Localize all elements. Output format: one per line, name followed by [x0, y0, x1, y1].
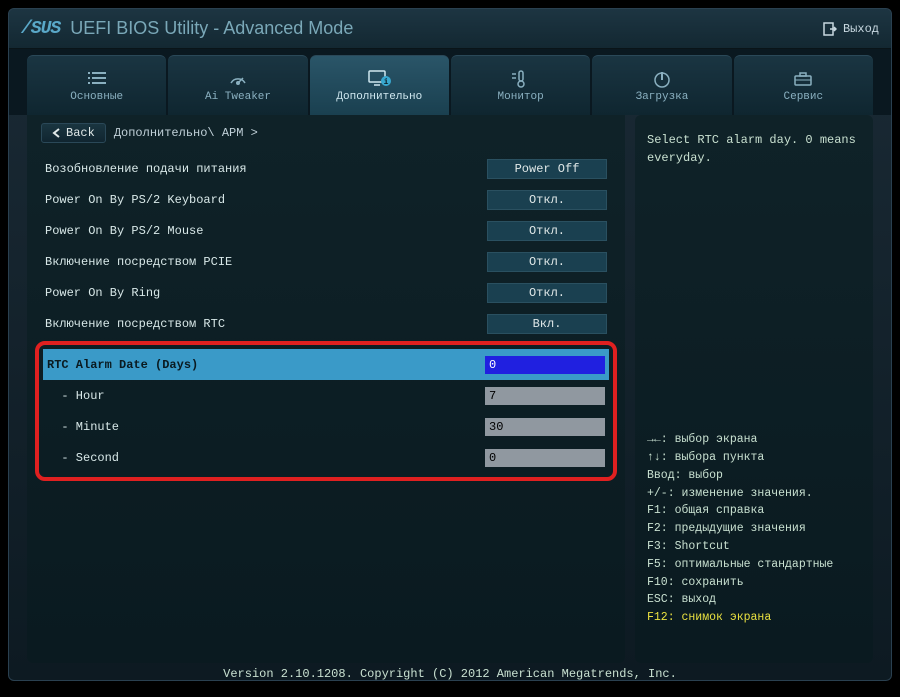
setting-label: Возобновление подачи питания	[45, 162, 487, 176]
rtc-hour-input[interactable]	[485, 387, 605, 405]
tab-label: Монитор	[498, 91, 544, 103]
tab-main[interactable]: Основные	[27, 55, 166, 115]
setting-label: Power On By Ring	[45, 286, 487, 300]
bios-window: /SUS UEFI BIOS Utility - Advanced Mode В…	[8, 8, 892, 681]
tab-monitor[interactable]: Монитор	[451, 55, 590, 115]
toolbox-icon	[792, 69, 814, 89]
list-icon	[86, 69, 108, 89]
setting-label: RTC Alarm Date (Days)	[47, 358, 485, 372]
legend-line: ↑↓: выбора пункта	[647, 449, 861, 467]
tab-advanced[interactable]: i Дополнительно	[310, 55, 449, 115]
tab-boot[interactable]: Загрузка	[592, 55, 731, 115]
setting-row-ps2-keyboard: Power On By PS/2 Keyboard Откл.	[41, 184, 611, 215]
setting-value-dropdown[interactable]: Откл.	[487, 252, 607, 272]
back-label: Back	[66, 126, 95, 140]
legend-line: F2: предыдущие значения	[647, 520, 861, 538]
setting-value-dropdown[interactable]: Откл.	[487, 190, 607, 210]
help-text: Select RTC alarm day. 0 means everyday.	[647, 131, 861, 167]
titlebar: /SUS UEFI BIOS Utility - Advanced Mode В…	[9, 9, 891, 49]
setting-row-ring: Power On By Ring Откл.	[41, 277, 611, 308]
footer-version: Version 2.10.1208. Copyright (C) 2012 Am…	[9, 663, 891, 681]
asus-logo: /SUS	[21, 19, 60, 39]
tab-label: Ai Tweaker	[205, 91, 271, 103]
rtc-second-input[interactable]	[485, 449, 605, 467]
setting-row-rtc-minute[interactable]: - Minute	[43, 411, 609, 442]
title-text: UEFI BIOS Utility - Advanced Mode	[70, 18, 353, 39]
setting-row-rtc: Включение посредством RTC Вкл.	[41, 308, 611, 339]
rtc-minute-input[interactable]	[485, 418, 605, 436]
breadcrumb-row: Back Дополнительно\ APM >	[41, 123, 611, 143]
legend-line: +/-: изменение значения.	[647, 485, 861, 503]
setting-row-rtc-date[interactable]: RTC Alarm Date (Days)	[43, 349, 609, 380]
setting-label: Power On By PS/2 Keyboard	[45, 193, 487, 207]
setting-label: - Minute	[47, 420, 485, 434]
body: Back Дополнительно\ APM > Возобновление …	[9, 115, 891, 663]
legend-line: F10: сохранить	[647, 574, 861, 592]
setting-value-dropdown[interactable]: Откл.	[487, 283, 607, 303]
setting-value-dropdown[interactable]: Power Off	[487, 159, 607, 179]
setting-label: Включение посредством PCIE	[45, 255, 487, 269]
power-icon	[652, 69, 672, 89]
main-panel: Back Дополнительно\ APM > Возобновление …	[27, 115, 625, 663]
legend-line: →←: выбор экрана	[647, 431, 861, 449]
setting-row-rtc-hour[interactable]: - Hour	[43, 380, 609, 411]
legend-line: F1: общая справка	[647, 502, 861, 520]
exit-icon	[823, 22, 837, 36]
keyboard-legend: →←: выбор экрана ↑↓: выбора пункта Ввод:…	[647, 431, 861, 627]
thermometer-icon	[510, 69, 532, 89]
back-button[interactable]: Back	[41, 123, 106, 143]
gauge-icon	[227, 69, 249, 89]
tab-aitweaker[interactable]: Ai Tweaker	[168, 55, 307, 115]
setting-label: - Hour	[47, 389, 485, 403]
setting-row-ps2-mouse: Power On By PS/2 Mouse Откл.	[41, 215, 611, 246]
tab-label: Дополнительно	[336, 91, 422, 103]
legend-line-highlight: F12: снимок экрана	[647, 609, 861, 627]
breadcrumb: Дополнительно\ APM >	[114, 126, 258, 140]
exit-button[interactable]: Выход	[823, 22, 879, 36]
exit-label: Выход	[843, 22, 879, 36]
tab-label: Загрузка	[636, 91, 689, 103]
setting-value-dropdown[interactable]: Откл.	[487, 221, 607, 241]
legend-line: Ввод: выбор	[647, 467, 861, 485]
help-panel: Select RTC alarm day. 0 means everyday. …	[635, 115, 873, 663]
tab-tools[interactable]: Сервис	[734, 55, 873, 115]
tab-label: Основные	[70, 91, 123, 103]
setting-label: Включение посредством RTC	[45, 317, 487, 331]
highlight-annotation: RTC Alarm Date (Days) - Hour - Minute - …	[35, 341, 617, 481]
monitor-info-icon: i	[367, 69, 391, 89]
tab-label: Сервис	[784, 91, 824, 103]
legend-line: F3: Shortcut	[647, 538, 861, 556]
setting-value-dropdown[interactable]: Вкл.	[487, 314, 607, 334]
setting-row-pcie: Включение посредством PCIE Откл.	[41, 246, 611, 277]
setting-row-rtc-second[interactable]: - Second	[43, 442, 609, 473]
svg-text:i: i	[384, 78, 389, 87]
setting-label: Power On By PS/2 Mouse	[45, 224, 487, 238]
rtc-date-input[interactable]	[485, 356, 605, 374]
setting-row-restore-power: Возобновление подачи питания Power Off	[41, 153, 611, 184]
back-arrow-icon	[52, 128, 62, 138]
tab-bar: Основные Ai Tweaker i Дополнительно Мони…	[9, 49, 891, 115]
setting-label: - Second	[47, 451, 485, 465]
legend-line: ESC: выход	[647, 591, 861, 609]
legend-line: F5: оптимальные стандартные	[647, 556, 861, 574]
